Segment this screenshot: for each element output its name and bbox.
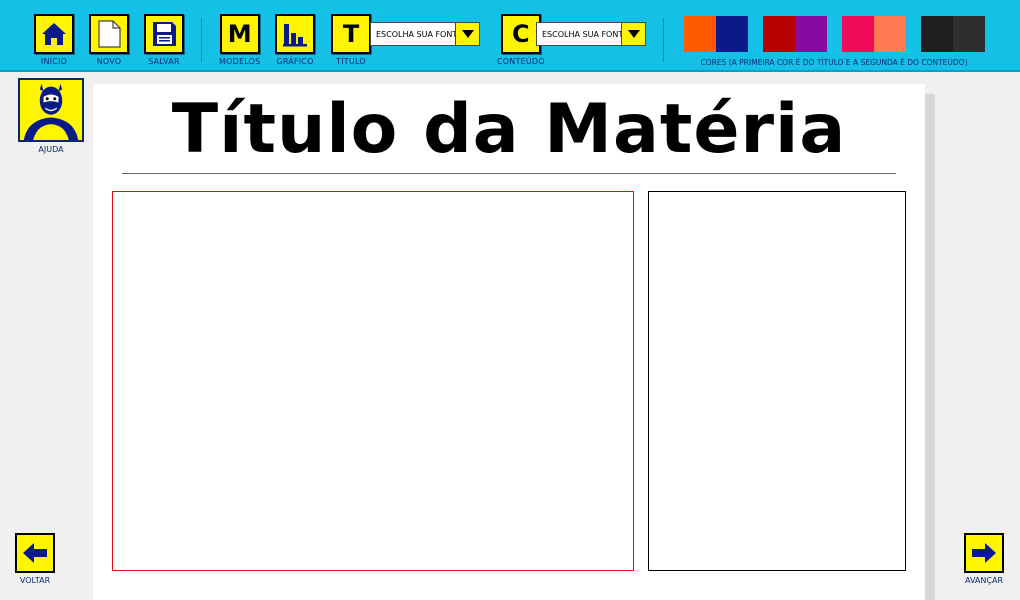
grafico-button[interactable]: [275, 14, 315, 54]
title-color-swatch[interactable]: [921, 16, 953, 52]
conteudo-font-select-value: ESCOLHA SUA FONTE: [542, 29, 621, 39]
modelos-label: MODELOS: [219, 57, 261, 66]
content-text-area[interactable]: [112, 191, 634, 571]
grafico-tool: GRÁFICO: [275, 14, 315, 66]
document-title[interactable]: Título da Matéria: [93, 90, 925, 170]
modelos-tool: M MODELOS: [219, 14, 260, 66]
novo-tool: NOVO: [89, 14, 129, 66]
title-color-swatch[interactable]: [684, 16, 716, 52]
titulo-letter-icon: T: [342, 20, 360, 48]
help-button[interactable]: [18, 78, 84, 142]
inicio-label: INÍCIO: [40, 57, 68, 66]
grafico-label: GRÁFICO: [276, 57, 314, 66]
conteudo-label: CONTEÚDO: [497, 57, 545, 66]
back-nav: VOLTAR: [15, 533, 55, 585]
conteudo-button[interactable]: C: [500, 14, 541, 54]
color-pair-3[interactable]: [842, 16, 906, 52]
arrow-left-icon: [23, 543, 47, 563]
floppy-disk-icon: [153, 22, 176, 46]
toolbar-divider: [663, 18, 664, 62]
modelos-button[interactable]: M: [219, 14, 260, 54]
titulo-font-select-value: ESCOLHA SUA FONTE: [376, 29, 455, 39]
back-button[interactable]: [15, 533, 55, 573]
bar-chart-icon: [283, 24, 307, 47]
next-label: AVANÇAR: [965, 576, 1003, 585]
page-shadow: [925, 94, 935, 600]
title-color-swatch[interactable]: [763, 16, 795, 52]
novo-button[interactable]: [89, 14, 129, 54]
titulo-font-select[interactable]: ESCOLHA SUA FONTE: [370, 22, 480, 46]
salvar-tool: SALVAR: [144, 14, 184, 66]
salvar-label: SALVAR: [148, 57, 180, 66]
side-column-area[interactable]: [648, 191, 906, 571]
inicio-button[interactable]: [34, 14, 74, 54]
conteudo-letter-icon: C: [512, 20, 530, 48]
content-color-swatch[interactable]: [716, 16, 748, 52]
home-icon: [42, 23, 66, 45]
titulo-tool: T TÍTULO: [331, 14, 371, 66]
next-nav: AVANÇAR: [964, 533, 1004, 585]
next-button[interactable]: [964, 533, 1004, 573]
help-tool: AJUDA: [18, 78, 84, 154]
new-document-icon: [98, 20, 121, 48]
document-page: Título da Matéria: [93, 84, 925, 600]
help-label: AJUDA: [38, 145, 64, 154]
chevron-down-icon[interactable]: [455, 23, 479, 45]
back-label: VOLTAR: [19, 576, 51, 585]
arrow-right-icon: [972, 543, 996, 563]
novo-label: NOVO: [96, 57, 122, 66]
superhero-mascot-icon: [20, 80, 82, 140]
colors-label: CORES (A PRIMEIRA COR É DO TÍTULO E A SE…: [700, 58, 968, 67]
content-color-swatch[interactable]: [874, 16, 906, 52]
salvar-button[interactable]: [144, 14, 184, 54]
content-color-swatch[interactable]: [795, 16, 827, 52]
color-pair-2[interactable]: [763, 16, 827, 52]
conteudo-font-select[interactable]: ESCOLHA SUA FONTE: [536, 22, 646, 46]
modelos-letter-icon: M: [227, 20, 252, 48]
titulo-label: TÍTULO: [336, 57, 366, 66]
content-color-swatch[interactable]: [953, 16, 985, 52]
titulo-button[interactable]: T: [331, 14, 371, 54]
color-pair-4[interactable]: [921, 16, 985, 52]
title-divider: [122, 173, 896, 174]
toolbar-divider: [201, 18, 202, 62]
title-color-swatch[interactable]: [842, 16, 874, 52]
toolbar: INÍCIO NOVO SALVAR M MODELOS GRÁFICO T T…: [0, 0, 1020, 72]
inicio-tool: INÍCIO: [34, 14, 74, 66]
color-pair-1[interactable]: [684, 16, 748, 52]
chevron-down-icon[interactable]: [621, 23, 645, 45]
